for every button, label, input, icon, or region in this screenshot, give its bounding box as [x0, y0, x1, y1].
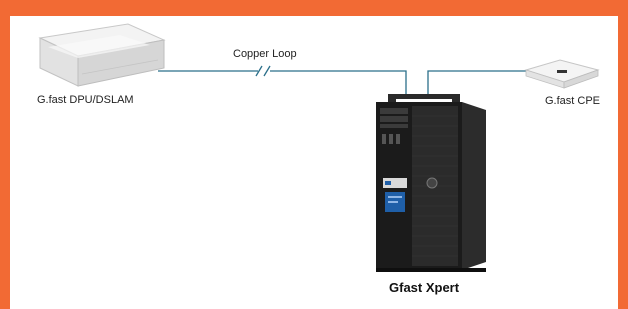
network-diagram: Copper Loop G.fast DPU/DSLAM G.fast CPE	[37, 23, 600, 295]
copper-loop-link	[158, 70, 530, 96]
network-appliance-icon	[38, 23, 166, 87]
cpe-device: G.fast CPE	[524, 59, 600, 107]
dslam-device: G.fast DPU/DSLAM	[37, 23, 166, 106]
dslam-label: G.fast DPU/DSLAM	[37, 94, 134, 106]
copper-loop-label: Copper Loop	[233, 48, 297, 60]
xpert-device: Gfast Xpert	[376, 94, 486, 295]
line-break-icon	[255, 65, 271, 77]
modem-router-icon	[524, 59, 600, 89]
tower-pc-icon	[376, 94, 486, 272]
cpe-label: G.fast CPE	[545, 95, 600, 107]
xpert-label: Gfast Xpert	[389, 280, 460, 295]
